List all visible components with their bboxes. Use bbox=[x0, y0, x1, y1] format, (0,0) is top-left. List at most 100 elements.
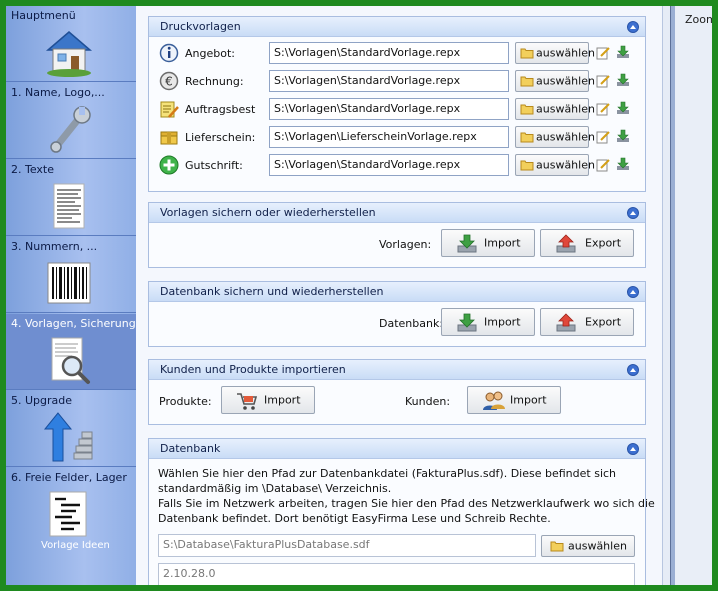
text-document-icon bbox=[53, 183, 85, 229]
template-path-field-lieferschein[interactable]: S:\Vorlagen\LieferscheinVorlage.repx bbox=[269, 126, 509, 148]
datenbank-import-button[interactable]: Import bbox=[441, 308, 535, 336]
row-label-lieferschein: Lieferschein: bbox=[185, 131, 256, 144]
export-icon bbox=[556, 313, 576, 332]
browse-button-label: auswählen bbox=[536, 46, 595, 60]
collapse-button[interactable] bbox=[627, 286, 639, 298]
barcode-icon bbox=[47, 262, 91, 304]
panel-vorlagen-sichern: Vorlagen sichern oder wiederherstellen V… bbox=[148, 202, 646, 268]
shopping-cart-icon bbox=[237, 393, 258, 410]
sidebar-item-label: 3. Nummern, ... bbox=[11, 240, 98, 253]
browse-button-label: auswählen bbox=[536, 130, 595, 144]
template-path-field-rechnung[interactable]: S:\Vorlagen\StandardVorlage.repx bbox=[269, 70, 509, 92]
description-line: Datenbank befindet. Dort benötigt EasyFi… bbox=[158, 512, 551, 525]
kunden-import-button[interactable]: Import bbox=[467, 386, 561, 414]
browse-button-label: auswählen bbox=[536, 74, 595, 88]
browse-button-label: auswählen bbox=[536, 102, 595, 116]
sidebar-item-freie-felder[interactable]: 6. Freie Felder, Lager bbox=[6, 468, 136, 544]
vertical-scrollbar[interactable] bbox=[662, 6, 670, 585]
house-icon bbox=[45, 31, 93, 77]
import-icon bbox=[457, 313, 477, 332]
download-arrow-icon[interactable] bbox=[615, 156, 631, 172]
panel-header: Kunden und Produkte importieren bbox=[149, 360, 645, 380]
edit-document-icon[interactable] bbox=[595, 157, 611, 173]
import-button-label: Import bbox=[484, 236, 521, 250]
sidebar-item-label: 6. Freie Felder, Lager bbox=[11, 471, 127, 484]
database-browse-button[interactable]: auswählen bbox=[541, 535, 635, 557]
upgrade-arrow-icon bbox=[43, 412, 93, 462]
datenbank-label: Datenbank: bbox=[379, 317, 444, 330]
sidebar-item-label: 2. Texte bbox=[11, 163, 55, 176]
vorlagen-export-button[interactable]: Export bbox=[540, 229, 634, 257]
watermark-text: Vorlage Ideen bbox=[41, 540, 110, 551]
sidebar-item-nummern[interactable]: 3. Nummern, ... bbox=[6, 237, 136, 313]
template-path-field-auftragsbest[interactable]: S:\Vorlagen\StandardVorlage.repx bbox=[269, 98, 509, 120]
collapse-button[interactable] bbox=[627, 364, 639, 376]
download-arrow-icon[interactable] bbox=[615, 100, 631, 116]
export-button-label: Export bbox=[585, 236, 622, 250]
settings-content: Druckvorlagen Angebot: S:\Vorlagen\Stand… bbox=[136, 6, 662, 585]
import-button-label: Import bbox=[510, 393, 547, 407]
zoom-label: Zoom bbox=[685, 13, 712, 26]
document-magnifier-icon bbox=[51, 337, 90, 384]
download-arrow-icon[interactable] bbox=[615, 72, 631, 88]
datenbank-export-button[interactable]: Export bbox=[540, 308, 634, 336]
panel-datenbank-sichern: Datenbank sichern und wiederherstellen D… bbox=[148, 281, 646, 347]
panel-title: Vorlagen sichern oder wiederherstellen bbox=[160, 206, 376, 219]
sidebar-item-name-logo[interactable]: 1. Name, Logo,... bbox=[6, 83, 136, 159]
browse-button-lieferschein[interactable]: auswählen bbox=[515, 126, 595, 148]
panel-datenbank: Datenbank Wählen Sie hier den Pfad zur D… bbox=[148, 438, 655, 585]
browse-button-auftragsbest[interactable]: auswählen bbox=[515, 98, 595, 120]
zoom-pane-inner: Zoom bbox=[675, 6, 712, 585]
notepad-pencil-icon bbox=[160, 101, 179, 118]
collapse-button[interactable] bbox=[627, 207, 639, 219]
edit-document-icon[interactable] bbox=[595, 73, 611, 89]
row-label-auftragsbest: Auftragsbest bbox=[185, 103, 256, 116]
import-button-label: Import bbox=[484, 315, 521, 329]
panel-header: Druckvorlagen bbox=[149, 17, 645, 37]
browse-button-label: auswählen bbox=[536, 158, 595, 172]
panel-title: Datenbank sichern und wiederherstellen bbox=[160, 285, 384, 298]
panel-title: Druckvorlagen bbox=[160, 20, 241, 33]
database-path-field[interactable]: S:\Database\FakturaPlusDatabase.sdf bbox=[158, 534, 536, 557]
sidebar-item-upgrade[interactable]: 5. Upgrade bbox=[6, 391, 136, 467]
edit-document-icon[interactable] bbox=[595, 101, 611, 117]
folder-icon bbox=[520, 160, 534, 171]
delivery-box-icon bbox=[160, 131, 178, 145]
description-line: standardmäßig im \Database\ Verzeichnis. bbox=[158, 482, 392, 495]
template-path-field-angebot[interactable]: S:\Vorlagen\StandardVorlage.repx bbox=[269, 42, 509, 64]
browse-button-rechnung[interactable]: auswählen bbox=[515, 70, 595, 92]
folder-icon bbox=[520, 104, 534, 115]
edit-document-icon[interactable] bbox=[595, 129, 611, 145]
zoom-pane: Zoom bbox=[670, 6, 712, 585]
download-arrow-icon[interactable] bbox=[615, 44, 631, 60]
sidebar-item-label: Hauptmenü bbox=[11, 9, 76, 22]
euro-icon: € bbox=[159, 71, 179, 91]
users-icon bbox=[483, 391, 505, 410]
row-label-angebot: Angebot: bbox=[185, 47, 235, 60]
row-label-rechnung: Rechnung: bbox=[185, 75, 244, 88]
info-icon bbox=[159, 43, 179, 63]
panel-druckvorlagen: Druckvorlagen Angebot: S:\Vorlagen\Stand… bbox=[148, 16, 646, 192]
template-path-field-gutschrift[interactable]: S:\Vorlagen\StandardVorlage.repx bbox=[269, 154, 509, 176]
folder-icon bbox=[520, 76, 534, 87]
folder-icon bbox=[520, 132, 534, 143]
vorlagen-import-button[interactable]: Import bbox=[441, 229, 535, 257]
panel-kunden-produkte: Kunden und Produkte importieren Produkte… bbox=[148, 359, 646, 425]
sidebar-item-vorlagen-sicherung[interactable]: 4. Vorlagen, Sicherung bbox=[6, 314, 136, 390]
application-window: Hauptmenü 1. Name, Logo,... 2. Texte 3. … bbox=[6, 6, 712, 585]
collapse-button[interactable] bbox=[627, 443, 639, 455]
edit-document-icon[interactable] bbox=[595, 45, 611, 61]
sidebar-item-hauptmenue[interactable]: Hauptmenü bbox=[6, 6, 136, 82]
sidebar-item-texte[interactable]: 2. Texte bbox=[6, 160, 136, 236]
produkte-import-button[interactable]: Import bbox=[221, 386, 315, 414]
browse-button-angebot[interactable]: auswählen bbox=[515, 42, 595, 64]
svg-text:€: € bbox=[165, 75, 173, 89]
download-arrow-icon[interactable] bbox=[615, 128, 631, 144]
sidebar-item-label: 5. Upgrade bbox=[11, 394, 73, 407]
wrench-icon bbox=[50, 106, 91, 153]
browse-button-gutschrift[interactable]: auswählen bbox=[515, 154, 595, 176]
import-button-label: Import bbox=[264, 393, 301, 407]
produkte-label: Produkte: bbox=[159, 395, 212, 408]
description-line: Falls Sie im Netzwerk arbeiten, tragen S… bbox=[158, 497, 655, 510]
collapse-button[interactable] bbox=[627, 21, 639, 33]
